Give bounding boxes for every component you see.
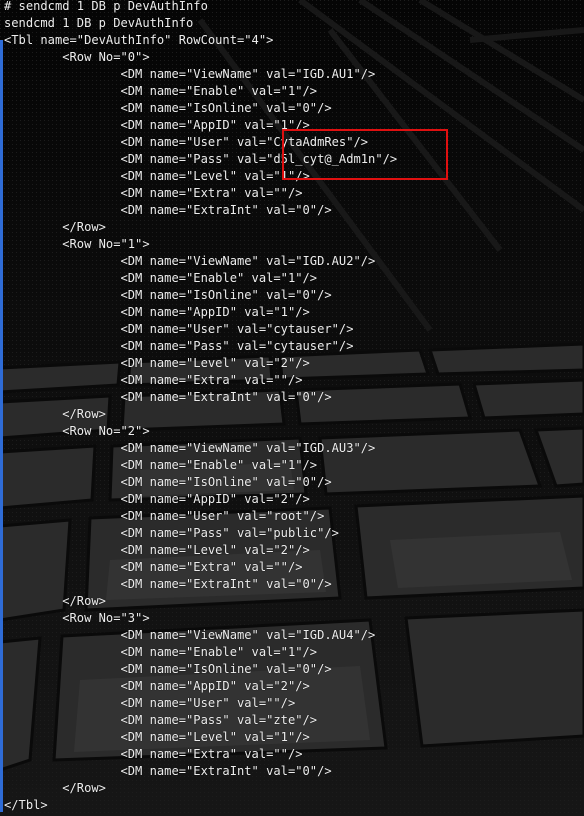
terminal-output[interactable]: # sendcmd 1 DB p DevAuthInfo sendcmd 1 D… — [0, 0, 584, 816]
dm-line: <DM name="Extra" val=""/> — [4, 747, 303, 761]
dm-line: <DM name="AppID" val="2"/> — [4, 492, 310, 506]
dm-line: <DM name="IsOnline" val="0"/> — [4, 662, 332, 676]
row-close-line: </Row> — [4, 407, 106, 421]
dm-line: <DM name="Level" val="2"/> — [4, 543, 310, 557]
command-echo-line: sendcmd 1 DB p DevAuthInfo — [4, 16, 194, 30]
dm-line: <DM name="AppID" val="1"/> — [4, 118, 310, 132]
dm-line: <DM name="ExtraInt" val="0"/> — [4, 390, 332, 404]
dm-line: <DM name="ViewName" val="IGD.AU3"/> — [4, 441, 376, 455]
command-prompt-line: # sendcmd 1 DB p DevAuthInfo — [4, 0, 208, 13]
row-open-line: <Row No="0"> — [4, 50, 150, 64]
dm-line: <DM name="Level" val="1"/> — [4, 169, 310, 183]
dm-line: <DM name="Extra" val=""/> — [4, 186, 303, 200]
row-open-line: <Row No="2"> — [4, 424, 150, 438]
dm-line: <DM name="ExtraInt" val="0"/> — [4, 203, 332, 217]
dm-line: <DM name="Enable" val="1"/> — [4, 84, 318, 98]
dm-line: <DM name="Enable" val="1"/> — [4, 645, 318, 659]
dm-line: <DM name="Enable" val="1"/> — [4, 271, 318, 285]
dm-line: <DM name="ExtraInt" val="0"/> — [4, 577, 332, 591]
dm-line: <DM name="ViewName" val="IGD.AU4"/> — [4, 628, 376, 642]
dm-line: <DM name="ViewName" val="IGD.AU2"/> — [4, 254, 376, 268]
dm-line: <DM name="IsOnline" val="0"/> — [4, 101, 332, 115]
dm-line: <DM name="ExtraInt" val="0"/> — [4, 764, 332, 778]
row-open-line: <Row No="1"> — [4, 237, 150, 251]
dm-user-line: <DM name="User" val="root"/> — [4, 509, 325, 523]
row-close-line: </Row> — [4, 781, 106, 795]
dm-line: <DM name="Extra" val=""/> — [4, 560, 303, 574]
dm-pass-line: <DM name="Pass" val="public"/> — [4, 526, 339, 540]
credential-highlight-box — [282, 129, 448, 180]
row-close-line: </Row> — [4, 220, 106, 234]
table-close-line: </Tbl> — [4, 798, 48, 812]
dm-user-line: <DM name="User" val="cytauser"/> — [4, 322, 354, 336]
row-close-line: </Row> — [4, 594, 106, 608]
dm-pass-line: <DM name="Pass" val="cytauser"/> — [4, 339, 354, 353]
row-open-line: <Row No="3"> — [4, 611, 150, 625]
dm-line: <DM name="Level" val="2"/> — [4, 356, 310, 370]
dm-line: <DM name="Level" val="1"/> — [4, 730, 310, 744]
dm-line: <DM name="Enable" val="1"/> — [4, 458, 318, 472]
dm-line: <DM name="AppID" val="2"/> — [4, 679, 310, 693]
dm-line: <DM name="IsOnline" val="0"/> — [4, 288, 332, 302]
dm-line: <DM name="ViewName" val="IGD.AU1"/> — [4, 67, 376, 81]
dm-pass-line: <DM name="Pass" val="zte"/> — [4, 713, 318, 727]
dm-line: <DM name="AppID" val="1"/> — [4, 305, 310, 319]
dm-user-line: <DM name="User" val=""/> — [4, 696, 296, 710]
dm-line: <DM name="IsOnline" val="0"/> — [4, 475, 332, 489]
table-open-line: <Tbl name="DevAuthInfo" RowCount="4"> — [4, 33, 274, 47]
dm-line: <DM name="Extra" val=""/> — [4, 373, 303, 387]
